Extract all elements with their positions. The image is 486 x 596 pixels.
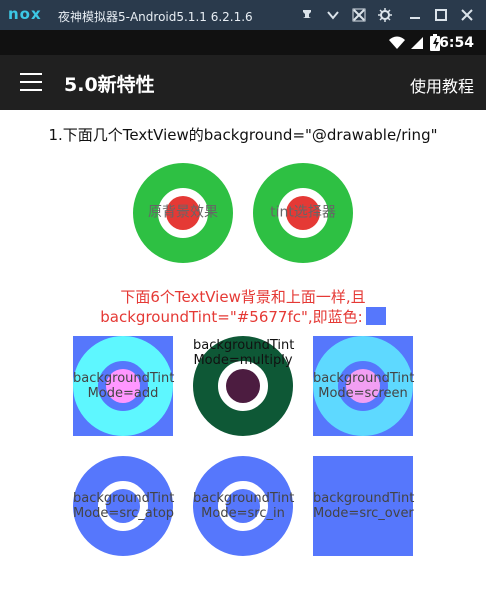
signal-icon [411, 37, 423, 49]
emulator-title-bar: nox 夜神模拟器5-Android5.1.1 6.2.1.6 [0, 0, 486, 30]
ring-tint-selector-label: tint选择器 [270, 204, 336, 221]
blue-color-swatch [365, 307, 386, 325]
emulator-title: 夜神模拟器5-Android5.1.1 6.2.1.6 [58, 10, 253, 24]
tint-note: 下面6个TextView背景和上面一样,且 backgroundTint="#5… [0, 288, 486, 327]
tint-mode-screen[interactable]: backgroundTint Mode=screen [313, 336, 415, 436]
tint-note-line1: 下面6个TextView背景和上面一样,且 [120, 288, 366, 306]
status-bar: 6:54 [0, 30, 486, 55]
wifi-icon [389, 36, 405, 49]
tint-mode-src-atop[interactable]: backgroundTint Mode=src_atop [73, 456, 175, 556]
close-icon[interactable] [458, 6, 476, 24]
section-heading: 1.下面几个TextView的background="@drawable/rin… [48, 126, 438, 144]
settings-icon[interactable] [350, 6, 368, 24]
page-title: 5.0新特性 [64, 74, 155, 96]
app-toolbar: 5.0新特性 使用教程 [0, 55, 486, 110]
tint-mode-src-in[interactable]: backgroundTint Mode=src_in [193, 456, 295, 556]
tint-mode-src-atop-label: backgroundTint Mode=src_atop [73, 491, 175, 521]
tint-mode-multiply[interactable]: backgroundTint Mode=multiply [193, 336, 295, 436]
tint-mode-add[interactable]: backgroundTint Mode=add [73, 336, 175, 436]
status-time: 6:54 [439, 35, 474, 51]
tint-mode-src-in-label: backgroundTint Mode=src_in [193, 491, 295, 521]
tint-mode-src-over-label: backgroundTint Mode=src_over [313, 491, 415, 521]
tint-mode-add-label: backgroundTint Mode=add [73, 371, 175, 401]
ring-original-label: 原背景效果 [148, 204, 218, 221]
ring-tint-selector[interactable]: tint选择器 [253, 163, 353, 263]
tint-mode-src-over[interactable]: backgroundTint Mode=src_over [313, 456, 415, 556]
tutorial-button[interactable]: 使用教程 [410, 73, 474, 97]
tint-note-line2: backgroundTint="#5677fc",即蓝色: [100, 308, 363, 326]
ring-original[interactable]: 原背景效果 [133, 163, 233, 263]
chevron-down-icon[interactable] [324, 6, 342, 24]
pin-icon[interactable] [298, 6, 316, 24]
tint-mode-screen-label: backgroundTint Mode=screen [313, 371, 415, 401]
menu-icon[interactable] [20, 73, 42, 91]
nox-logo: nox [8, 5, 42, 23]
gear-icon[interactable] [376, 6, 394, 24]
tint-mode-multiply-label: backgroundTint Mode=multiply [193, 338, 295, 368]
minimize-icon[interactable] [406, 6, 424, 24]
maximize-icon[interactable] [432, 6, 450, 24]
